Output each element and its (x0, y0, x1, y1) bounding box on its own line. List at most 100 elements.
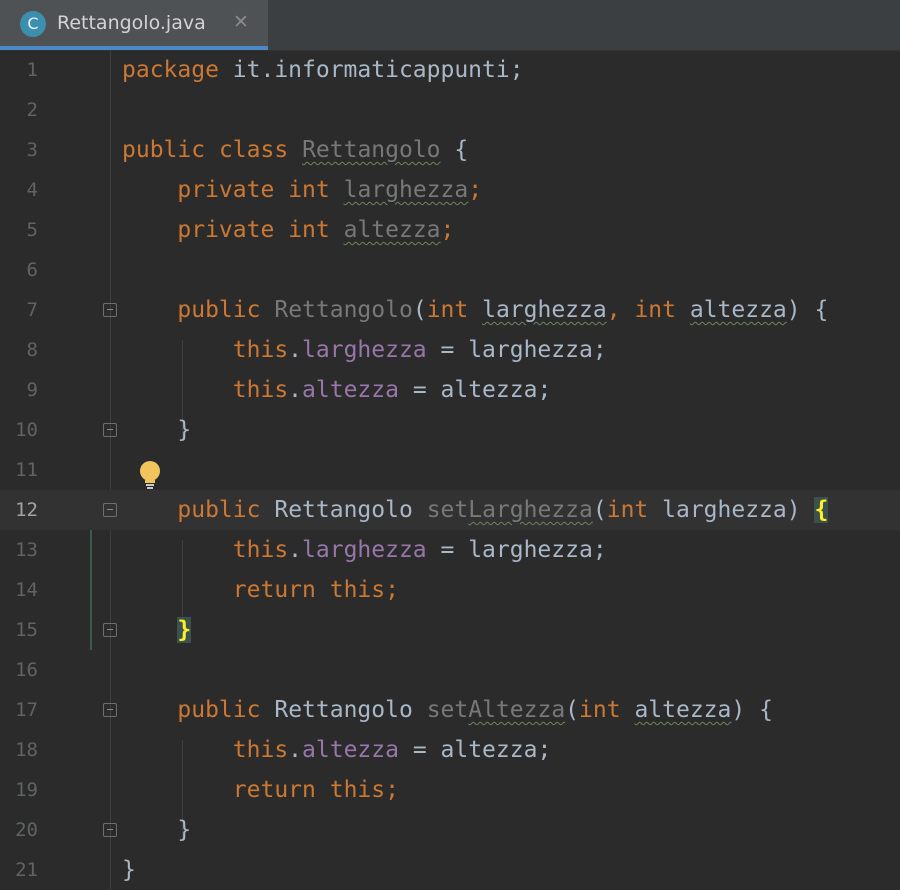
method-name: set (426, 497, 469, 523)
line-number: 17 (15, 699, 38, 721)
paren: ( (565, 697, 580, 723)
line-number: 5 (26, 219, 38, 241)
line-number: 11 (15, 459, 38, 481)
fold-marker-icon[interactable] (103, 503, 117, 517)
field-name: larghezza (343, 177, 469, 203)
assignment: = altezza; (398, 737, 552, 763)
comma: , (606, 297, 621, 323)
fold-marker-icon[interactable] (103, 623, 117, 637)
method-name: Larghezza (468, 497, 593, 523)
line-number: 15 (15, 619, 38, 641)
code-line: 20 } (0, 810, 900, 850)
brace: ) { (731, 697, 773, 723)
paren: ) (786, 497, 815, 523)
line-number: 4 (26, 179, 38, 201)
field-ref: altezza (302, 737, 399, 763)
paren: ( (412, 297, 427, 323)
assignment: = larghezza; (426, 337, 607, 363)
keyword: private (177, 217, 275, 243)
line-number: 14 (15, 579, 38, 601)
line-number: 18 (15, 739, 38, 761)
tab-rettangolo-java[interactable]: C Rettangolo.java ✕ (0, 0, 268, 50)
dot: . (288, 337, 303, 363)
keyword: int (288, 217, 330, 243)
keyword: public (122, 137, 206, 163)
code-line: 5 private int altezza; (0, 210, 900, 250)
keyword: public (177, 297, 261, 323)
keyword: this (232, 337, 289, 363)
paren: ( (592, 497, 607, 523)
code-line: 11 (0, 450, 900, 490)
param-name: larghezza (662, 497, 787, 523)
constructor-name: Rettangolo (274, 297, 413, 323)
field-name: altezza (343, 217, 441, 243)
tab-title: Rettangolo.java (57, 12, 206, 34)
code-line: 13 this.larghezza = larghezza; (0, 530, 900, 570)
code-line: 1 package it.informaticappunti; (0, 50, 900, 90)
method-name: Altezza (468, 697, 566, 723)
java-class-icon: C (20, 11, 46, 37)
code-line: 21 } (0, 850, 900, 890)
line-number: 8 (26, 339, 38, 361)
line-number: 7 (26, 299, 38, 321)
code-line: 2 (0, 90, 900, 130)
line-number: 3 (26, 139, 38, 161)
package-name: it.informaticappunti; (218, 57, 524, 83)
line-number: 1 (26, 59, 38, 81)
code-line: 3 public class Rettangolo { (0, 130, 900, 170)
code-line: 8 this.larghezza = larghezza; (0, 330, 900, 370)
code-line: 15 } (0, 610, 900, 650)
code-line: 7 public Rettangolo(int larghezza, int a… (0, 290, 900, 330)
field-ref: larghezza (302, 337, 427, 363)
keyword: public (177, 497, 261, 523)
keyword: this (329, 577, 386, 603)
matched-brace: } (177, 617, 192, 643)
line-number: 12 (15, 499, 38, 521)
line-number: 16 (15, 659, 38, 681)
code-line: 18 this.altezza = altezza; (0, 730, 900, 770)
fold-marker-icon[interactable] (103, 823, 117, 837)
line-number: 6 (26, 259, 38, 281)
dot: . (288, 737, 303, 763)
brace: } (177, 417, 192, 443)
code-line: 16 (0, 650, 900, 690)
fold-marker-icon[interactable] (103, 703, 117, 717)
line-number: 19 (15, 779, 38, 801)
assignment: = larghezza; (426, 537, 607, 563)
field-ref: larghezza (302, 537, 427, 563)
param-name: larghezza (482, 297, 607, 323)
keyword: this (329, 777, 386, 803)
matched-brace: { (814, 497, 829, 523)
keyword: this (232, 377, 289, 403)
keyword: public (177, 697, 261, 723)
semicolon: ; (440, 217, 455, 243)
fold-marker-icon[interactable] (103, 303, 117, 317)
keyword: this (232, 737, 289, 763)
lightbulb-icon[interactable] (138, 460, 162, 492)
keyword: return (232, 777, 316, 803)
keyword: int (579, 697, 621, 723)
keyword: this (232, 537, 289, 563)
close-icon[interactable]: ✕ (233, 11, 249, 33)
code-line: 10 } (0, 410, 900, 450)
brace: } (122, 857, 136, 883)
code-line: 6 (0, 250, 900, 290)
keyword: package (122, 57, 219, 83)
class-name: Rettangolo (302, 137, 441, 163)
field-ref: altezza (302, 377, 399, 403)
keyword: return (232, 577, 316, 603)
dot: . (288, 537, 303, 563)
keyword: int (606, 497, 649, 523)
code-line: 19 return this; (0, 770, 900, 810)
code-line: 14 return this; (0, 570, 900, 610)
return-type: Rettangolo (274, 497, 413, 523)
fold-marker-icon[interactable] (103, 423, 117, 437)
line-number: 2 (26, 99, 38, 121)
line-number: 20 (15, 819, 38, 841)
line-number: 10 (15, 419, 38, 441)
keyword: int (426, 297, 469, 323)
code-line: 9 this.altezza = altezza; (0, 370, 900, 410)
brace: { (440, 137, 469, 163)
keyword: int (634, 297, 676, 323)
code-editor[interactable]: 1 package it.informaticappunti; 2 3 publ… (0, 50, 900, 890)
